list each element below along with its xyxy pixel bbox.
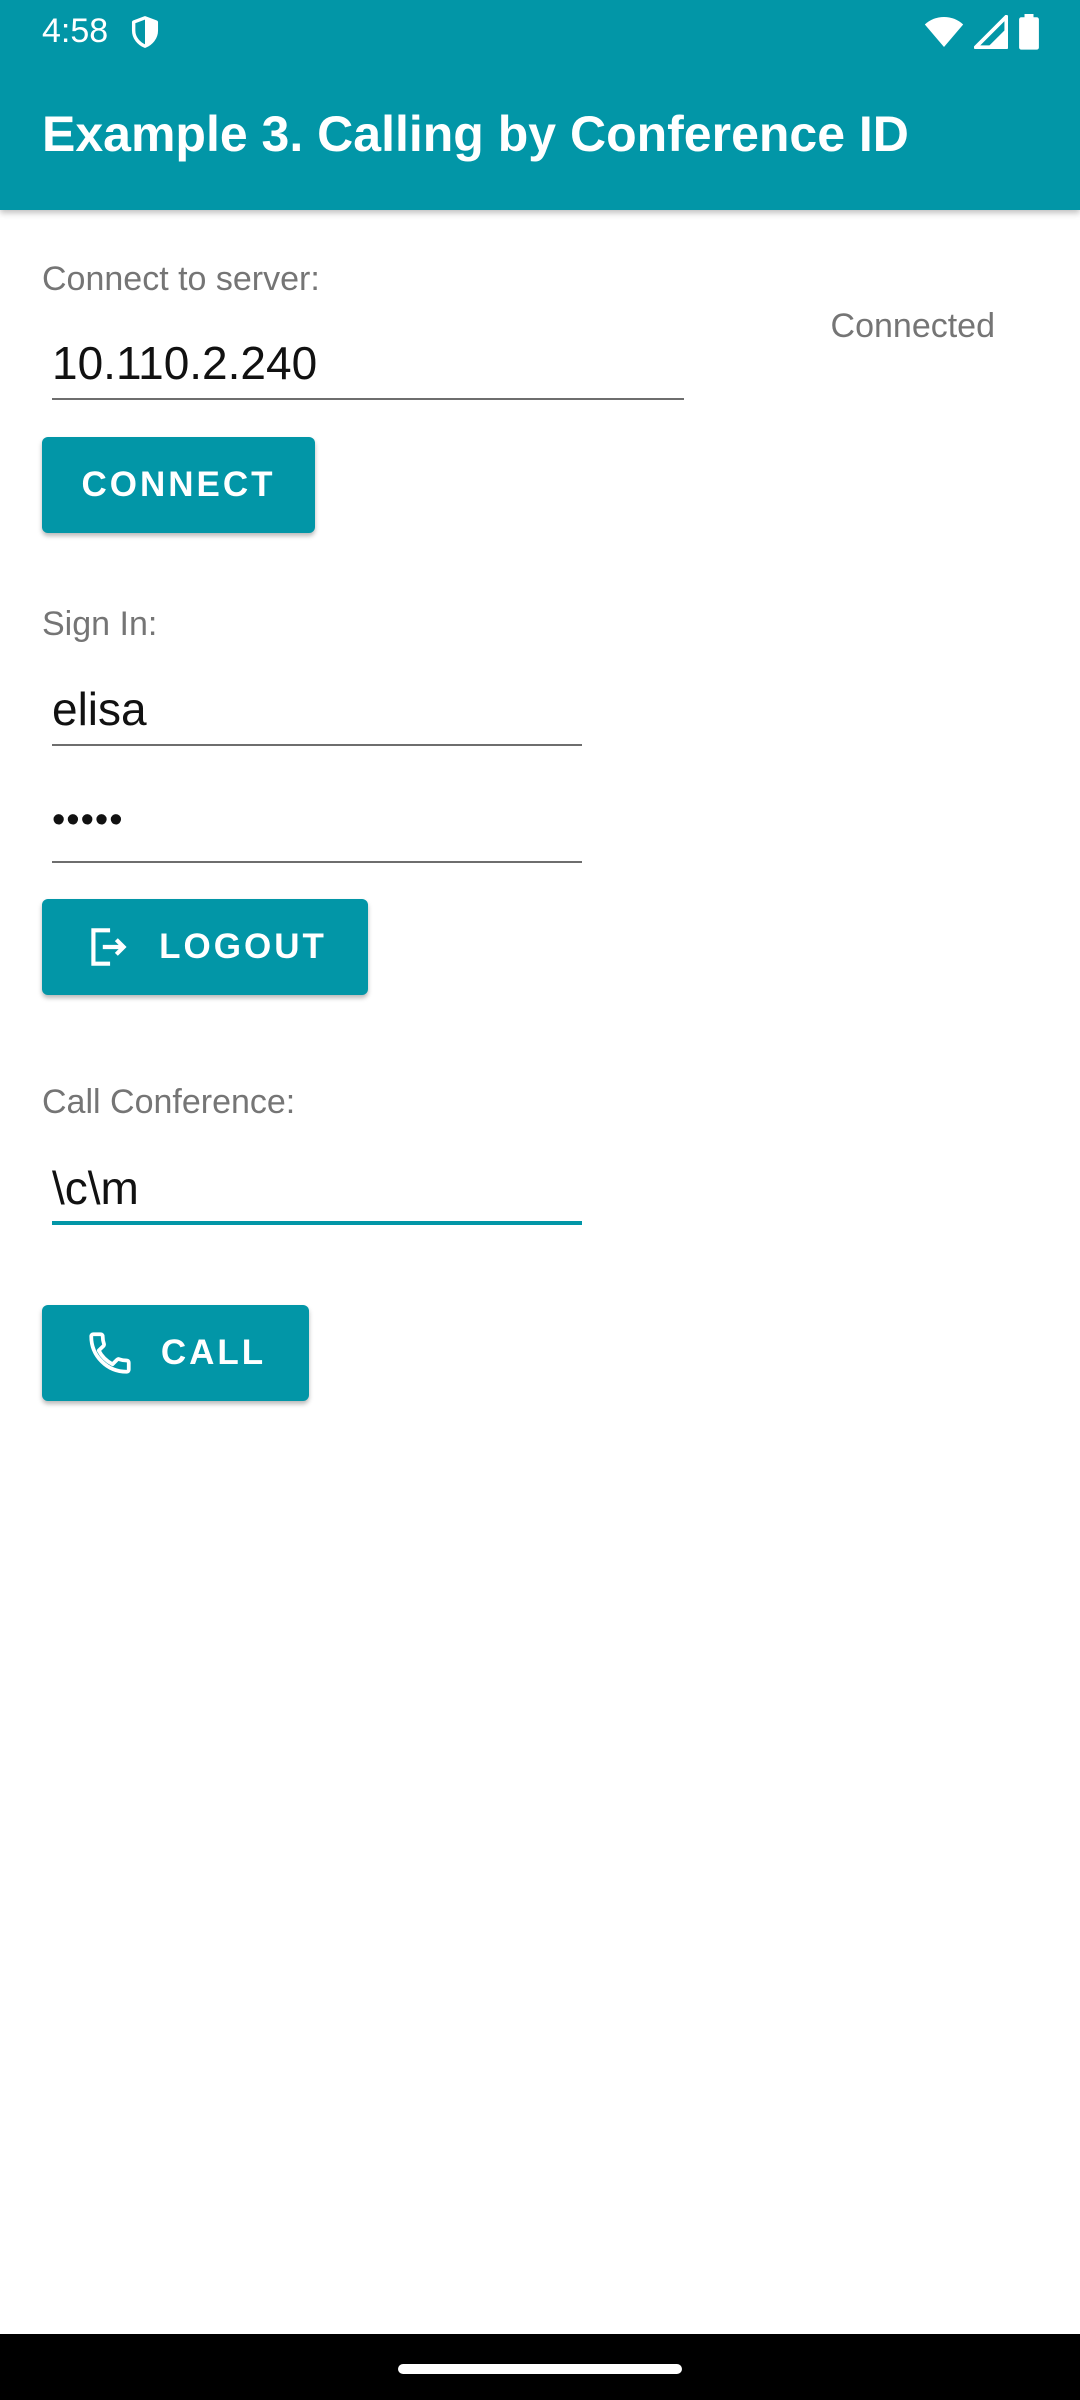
- call-conference-label: Call Conference:: [42, 1083, 296, 1121]
- call-button[interactable]: CALL: [42, 1305, 309, 1401]
- conference-id-input[interactable]: \c\m: [52, 1155, 582, 1225]
- conference-id-value: \c\m: [52, 1162, 139, 1214]
- logout-button-label: LOGOUT: [159, 927, 327, 966]
- connection-status: Connected: [830, 307, 995, 345]
- server-label: Connect to server:: [42, 260, 320, 298]
- username-value: elisa: [52, 683, 147, 735]
- logout-button[interactable]: LOGOUT: [42, 899, 368, 995]
- signal-icon: [974, 15, 1008, 49]
- shield-icon: [131, 16, 159, 48]
- status-time: 4:58: [42, 12, 109, 50]
- app-title: Example 3. Calling by Conference ID: [42, 106, 909, 162]
- password-value: •••••: [52, 799, 124, 841]
- logout-icon: [91, 928, 127, 966]
- server-address-input[interactable]: 10.110.2.240: [52, 330, 684, 400]
- password-input[interactable]: •••••: [52, 793, 582, 863]
- battery-icon: [1019, 14, 1039, 50]
- username-input[interactable]: elisa: [52, 676, 582, 746]
- status-icons: [924, 14, 1040, 50]
- wifi-icon: [924, 17, 964, 47]
- connect-button[interactable]: CONNECT: [42, 437, 315, 533]
- app-bar: 4:58 Example 3. Calling by Conference ID: [0, 0, 1080, 210]
- server-address-value: 10.110.2.240: [52, 337, 318, 389]
- call-button-label: CALL: [160, 1333, 267, 1372]
- connect-button-label: CONNECT: [81, 465, 276, 504]
- home-gesture-handle[interactable]: [398, 2364, 682, 2374]
- sign-in-label: Sign In:: [42, 605, 158, 643]
- phone-icon: [89, 1332, 131, 1374]
- status-bar: 4:58: [0, 0, 1080, 62]
